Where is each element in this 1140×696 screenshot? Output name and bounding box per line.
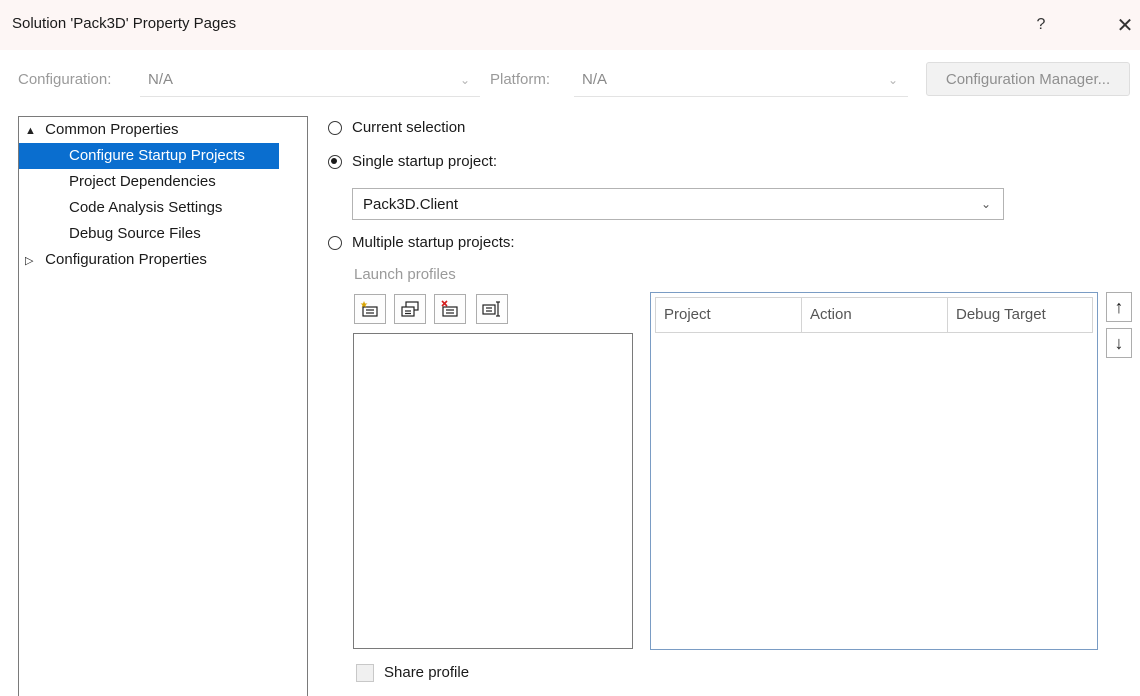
- multiple-startup-label[interactable]: Multiple startup projects:: [352, 234, 515, 251]
- tree-item-configuration-properties[interactable]: ▷ Configuration Properties: [19, 247, 207, 273]
- delete-profile-button[interactable]: [434, 294, 466, 324]
- new-profile-button[interactable]: [354, 294, 386, 324]
- delete-profile-icon: [441, 300, 458, 317]
- tree-item-configure-startup-projects[interactable]: Configure Startup Projects: [19, 143, 279, 169]
- multiple-startup-radio[interactable]: [328, 236, 342, 250]
- platform-combo-value: N/A: [582, 71, 608, 88]
- copy-profile-icon: [401, 301, 419, 317]
- tree-item-project-dependencies[interactable]: Project Dependencies: [19, 169, 216, 195]
- configuration-combo[interactable]: N/A ⌄: [140, 62, 480, 97]
- collapse-triangle-icon[interactable]: ▲: [25, 118, 41, 144]
- platform-label: Platform:: [490, 71, 551, 88]
- single-startup-label[interactable]: Single startup project:: [352, 153, 497, 170]
- expand-triangle-icon[interactable]: ▷: [25, 248, 41, 274]
- grid-column-debug-target[interactable]: Debug Target: [948, 298, 1092, 332]
- arrow-down-icon: ↓: [1114, 332, 1124, 353]
- platform-combo[interactable]: N/A ⌄: [574, 62, 908, 97]
- copy-profile-button[interactable]: [394, 294, 426, 324]
- configuration-manager-button[interactable]: Configuration Manager...: [926, 62, 1130, 96]
- move-up-button[interactable]: ↑: [1106, 292, 1132, 322]
- rename-profile-button[interactable]: [476, 294, 508, 324]
- property-tree[interactable]: ▲ Common Properties Configure Startup Pr…: [18, 116, 308, 696]
- tree-item-common-properties[interactable]: ▲ Common Properties: [19, 117, 307, 143]
- configuration-combo-value: N/A: [148, 71, 174, 88]
- grid-header: Project Action Debug Target: [655, 297, 1093, 333]
- current-selection-radio[interactable]: [328, 121, 342, 135]
- new-profile-icon: [360, 301, 378, 317]
- help-button[interactable]: ?: [1024, 8, 1058, 42]
- arrow-up-icon: ↑: [1114, 296, 1124, 317]
- configuration-label: Configuration:: [18, 71, 112, 88]
- radio-circle: [328, 121, 342, 135]
- radio-circle: [328, 236, 342, 250]
- window-title: Solution 'Pack3D' Property Pages: [12, 15, 237, 32]
- tree-item-label: Debug Source Files: [69, 225, 201, 242]
- rename-profile-icon: [482, 301, 500, 317]
- current-selection-label[interactable]: Current selection: [352, 119, 465, 136]
- grid-column-action[interactable]: Action: [802, 298, 948, 332]
- single-startup-radio[interactable]: [328, 155, 342, 169]
- launch-profiles-label: Launch profiles: [354, 266, 456, 283]
- move-down-button[interactable]: ↓: [1106, 328, 1132, 358]
- tree-item-label: Common Properties: [45, 121, 179, 138]
- tree-item-code-analysis-settings[interactable]: Code Analysis Settings: [19, 195, 222, 221]
- grid-column-project[interactable]: Project: [656, 298, 802, 332]
- tree-item-label: Configure Startup Projects: [69, 147, 245, 164]
- startup-project-combo[interactable]: Pack3D.Client ⌄: [352, 188, 1004, 220]
- launch-profiles-list[interactable]: [353, 333, 633, 649]
- share-profile-checkbox[interactable]: [356, 664, 374, 682]
- share-profile-label[interactable]: Share profile: [384, 664, 469, 681]
- tree-item-label: Code Analysis Settings: [69, 199, 223, 216]
- tree-item-debug-source-files[interactable]: Debug Source Files: [19, 221, 201, 247]
- chevron-down-icon: ⌄: [459, 73, 470, 87]
- tree-item-label: Project Dependencies: [69, 173, 216, 190]
- radio-selected-dot: [331, 158, 337, 164]
- chevron-down-icon: ⌄: [887, 73, 898, 87]
- tree-item-label: Configuration Properties: [45, 251, 207, 268]
- chevron-down-icon: ⌄: [980, 197, 991, 211]
- startup-projects-grid[interactable]: Project Action Debug Target: [650, 292, 1098, 650]
- close-button[interactable]: ✕: [1110, 8, 1140, 42]
- startup-project-value: Pack3D.Client: [363, 196, 459, 213]
